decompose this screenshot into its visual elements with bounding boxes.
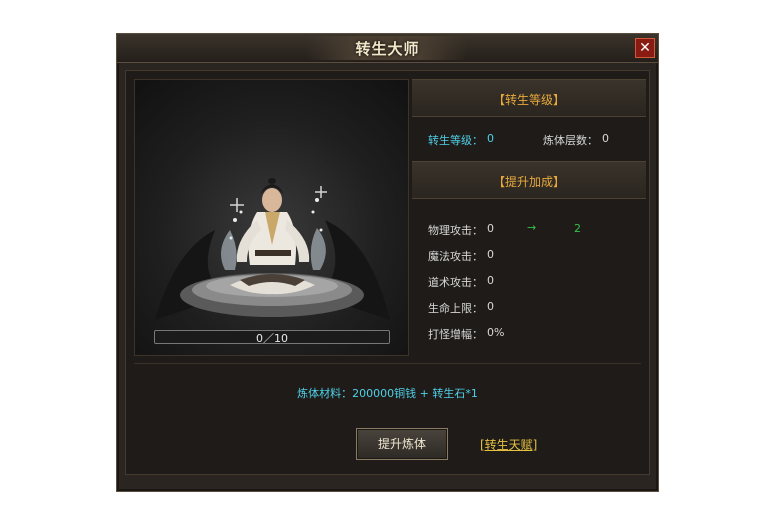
physical-attack-next-value: 2 <box>574 222 581 235</box>
rebirth-talent-link[interactable]: [转生天赋] <box>480 436 537 453</box>
content-panel: 0／10 【转生等级】 转生等级： 0 炼体层数： 0 【提升加成】 物理攻击：… <box>125 70 650 475</box>
rebirth-level-header: 【转生等级】 <box>412 79 646 117</box>
rebirth-level-value: 0 <box>487 132 494 145</box>
character-preview: 0／10 <box>134 79 409 356</box>
dialog-title: 转生大师 <box>355 40 420 58</box>
taoist-attack-label: 道术攻击： <box>428 276 483 289</box>
taoist-attack-value: 0 <box>487 274 494 287</box>
monster-damage-boost-label: 打怪增幅： <box>428 328 483 341</box>
physical-attack-value: 0 <box>487 222 494 235</box>
max-hp-value: 0 <box>487 300 494 313</box>
stats-panel: 【转生等级】 转生等级： 0 炼体层数： 0 【提升加成】 物理攻击： 0 → … <box>412 79 646 356</box>
monster-damage-boost-value: 0% <box>487 326 505 339</box>
close-button[interactable]: ✕ <box>635 38 655 58</box>
max-hp-label: 生命上限： <box>428 302 483 315</box>
section-divider <box>134 363 641 364</box>
rebirth-level-label: 转生等级： <box>428 134 483 147</box>
refine-layer-label: 炼体层数： <box>543 134 598 147</box>
bonus-header-label: 【提升加成】 <box>492 175 565 189</box>
progress-text: 0／10 <box>256 332 288 345</box>
bonus-header: 【提升加成】 <box>412 161 646 199</box>
magic-attack-label: 魔法攻击： <box>428 250 483 263</box>
rebirth-level-header-label: 【转生等级】 <box>492 93 565 107</box>
arrow-right-icon: → <box>527 221 537 234</box>
upgrade-refine-button[interactable]: 提升炼体 <box>356 428 448 460</box>
refine-progress-bar: 0／10 <box>154 330 390 345</box>
physical-attack-label: 物理攻击： <box>428 224 483 237</box>
meditating-character-illustration <box>155 178 390 320</box>
magic-attack-value: 0 <box>487 248 494 261</box>
refine-layer-value: 0 <box>602 132 609 145</box>
material-cost-text: 炼体材料：200000铜钱 + 转生石*1 <box>297 387 478 400</box>
rebirth-master-dialog: 转生大师 ✕ 0／10 【转生等级】 转生等级： 0 炼体层数： 0 【提升加成… <box>116 33 659 492</box>
title-bar: 转生大师 ✕ <box>117 34 658 63</box>
